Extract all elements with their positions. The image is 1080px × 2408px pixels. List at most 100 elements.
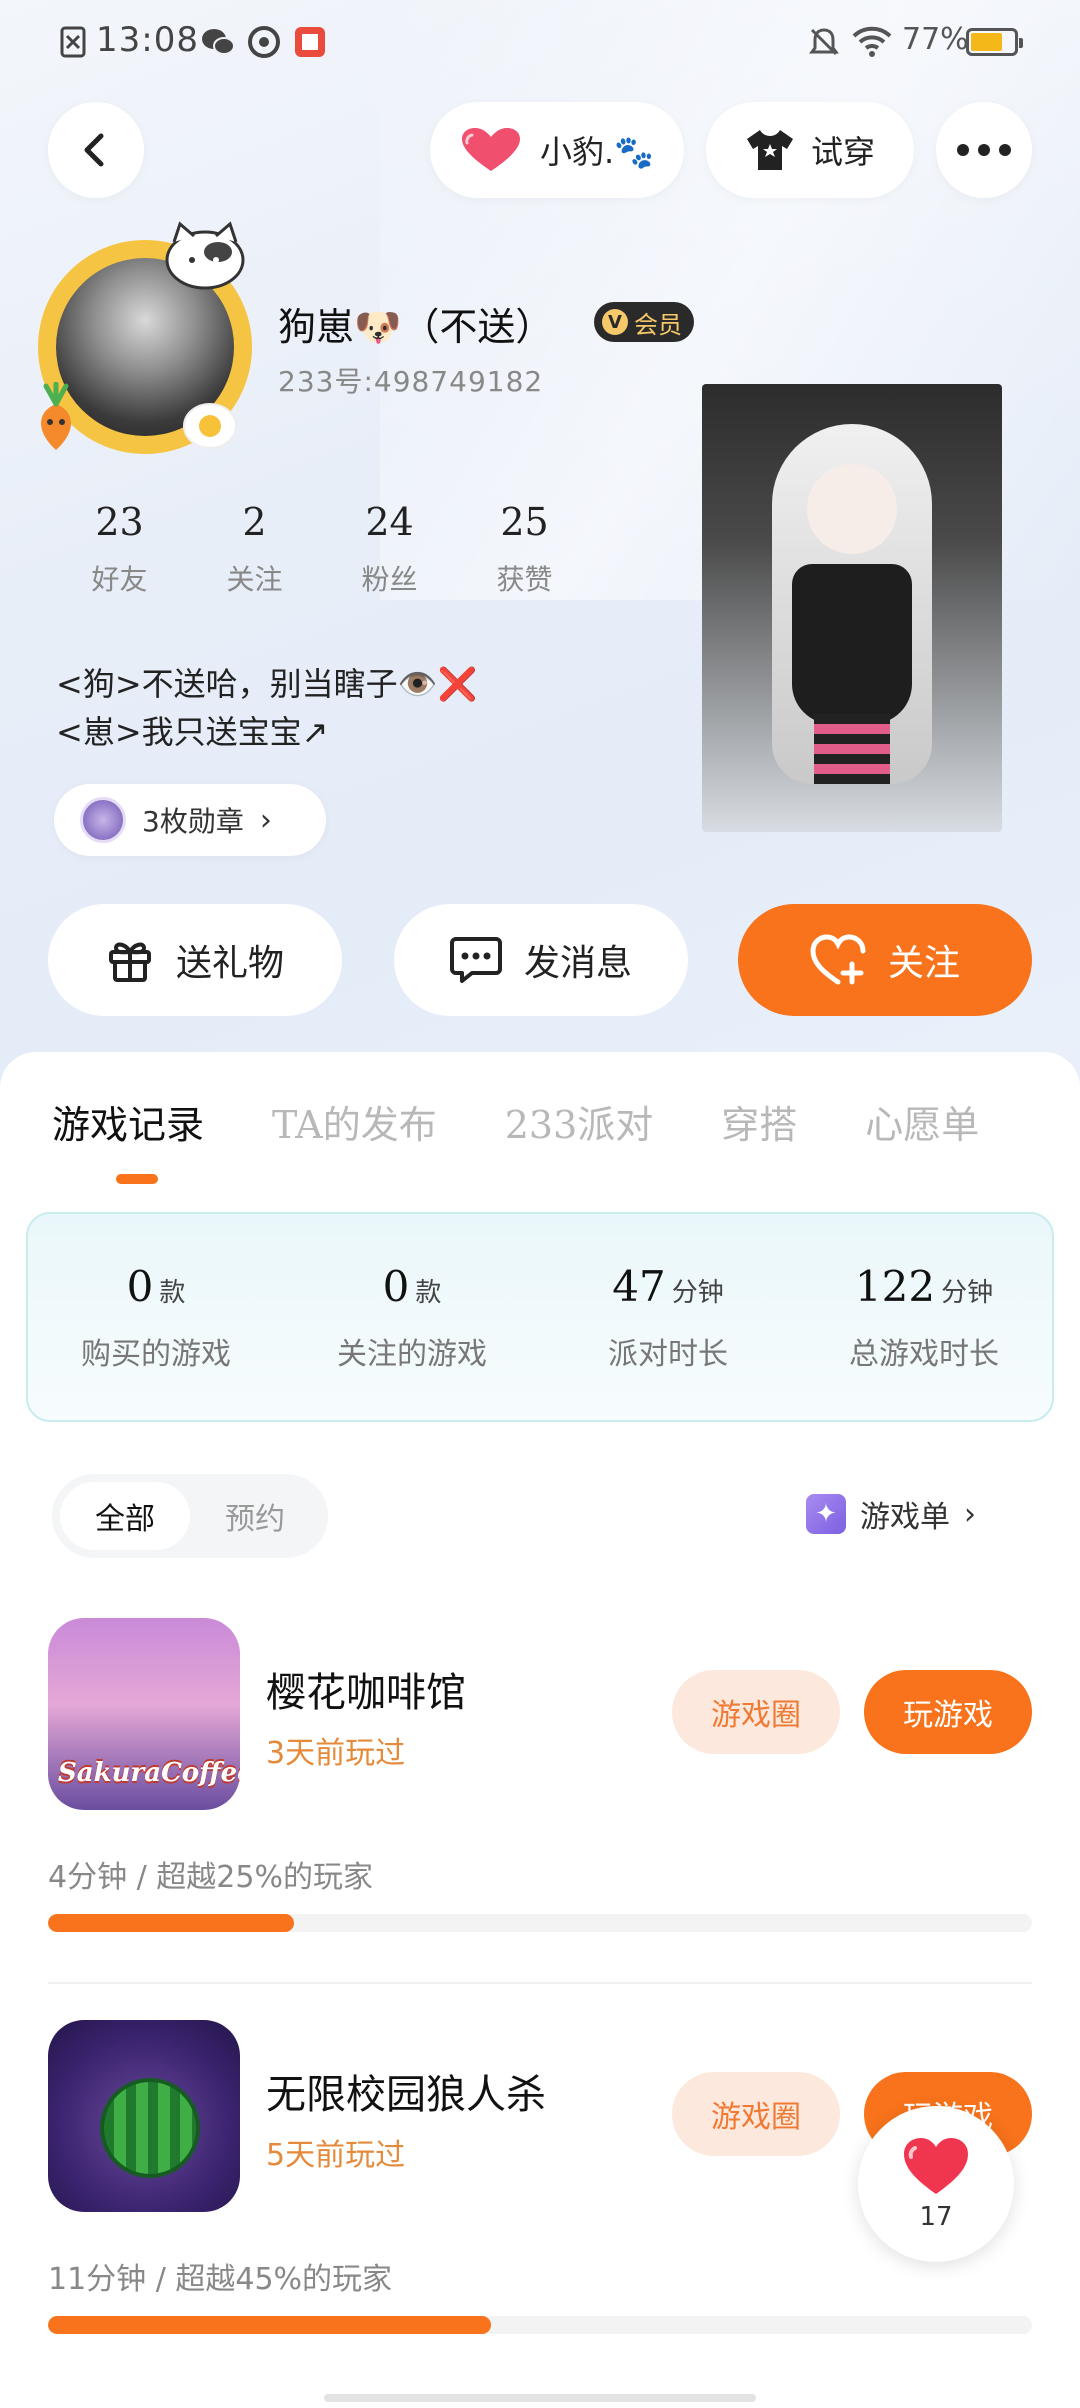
wechat-icon xyxy=(202,29,235,55)
play-progress xyxy=(48,2316,1032,2334)
back-button[interactable] xyxy=(48,102,144,198)
tab-indicator xyxy=(116,1174,158,1184)
stat-following[interactable]: 2 关注 xyxy=(187,500,322,598)
game-circle-button[interactable]: 游戏圈 xyxy=(672,1670,840,1754)
stat-value: 23 xyxy=(95,500,144,544)
vip-badge[interactable]: V 会员 xyxy=(594,302,694,342)
chat-bubble-icon xyxy=(449,937,502,983)
wifi-icon xyxy=(852,26,892,57)
tab-posts[interactable]: TA的发布 xyxy=(272,1094,437,1149)
try-on-label: 试穿 xyxy=(810,133,875,171)
play-progress-fill xyxy=(48,2316,491,2334)
app-notification-icon xyxy=(248,26,280,58)
bio-line: <狗>不送哈，别当瞎子👁️❌ xyxy=(56,665,478,703)
cat-frame-decoration-icon xyxy=(165,221,245,290)
stat-label: 关注 xyxy=(226,563,283,596)
clock: 13:08 xyxy=(96,20,199,60)
chevron-right-icon: › xyxy=(259,802,272,838)
summary-unit: 分钟 xyxy=(941,1277,994,1308)
avatar-figure[interactable] xyxy=(702,384,1002,832)
avatar[interactable] xyxy=(30,221,260,462)
stat-value: 25 xyxy=(500,500,549,544)
summary-value: 0 xyxy=(382,1261,410,1311)
tab-game-records[interactable]: 游戏记录 xyxy=(52,1094,204,1149)
game-icon-text: SakuraCoffee xyxy=(58,1758,240,1788)
watermelon-icon xyxy=(100,2078,200,2178)
summary-label: 总游戏时长 xyxy=(849,1336,999,1372)
profile-tabs: 游戏记录 TA的发布 233派对 穿搭 心愿单 xyxy=(52,1094,1047,1149)
game-circle-button[interactable]: 游戏圈 xyxy=(672,2072,840,2156)
nickname: 狗崽🐶（不送） xyxy=(278,305,554,349)
medals-label: 3枚勋章 xyxy=(142,805,244,838)
status-bar: 13:08 77% xyxy=(0,0,1080,84)
like-count: 17 xyxy=(919,2202,953,2232)
vip-label: 会员 xyxy=(634,310,682,339)
battery-percent: 77% xyxy=(902,22,969,57)
medal-icon xyxy=(80,797,126,843)
play-progress xyxy=(48,1914,1032,1932)
mute-icon xyxy=(809,28,839,56)
user-id[interactable]: 233号:498749182 xyxy=(278,360,543,400)
stat-value: 2 xyxy=(242,500,267,544)
more-dots-icon xyxy=(957,144,1011,156)
summary-unit: 分钟 xyxy=(671,1277,724,1308)
game-title[interactable]: 无限校园狼人杀 xyxy=(266,2062,546,2120)
last-played: 5天前玩过 xyxy=(266,2138,406,2173)
summary-party-time[interactable]: 47 分钟 派对时长 xyxy=(548,1262,788,1373)
pet-button[interactable]: 小豹.🐾 xyxy=(430,102,684,198)
play-progress-fill xyxy=(48,1914,294,1932)
sparkle-icon: ✦ xyxy=(806,1494,846,1534)
heart-plus-icon xyxy=(810,934,866,985)
home-indicator[interactable] xyxy=(324,2394,756,2402)
summary-label: 派对时长 xyxy=(608,1336,728,1372)
profile-stats: 23 好友 2 关注 24 粉丝 25 获赞 xyxy=(52,500,592,598)
gift-icon xyxy=(108,942,151,982)
shirt-icon xyxy=(746,130,793,170)
filter-reserved[interactable]: 预约 xyxy=(190,1482,320,1550)
like-button[interactable]: 17 xyxy=(858,2106,1014,2262)
stat-fans[interactable]: 24 粉丝 xyxy=(322,500,457,598)
play-stat: 4分钟 / 超越25%的玩家 xyxy=(48,1860,373,1895)
game-filter: 全部 预约 xyxy=(52,1474,328,1558)
game-list-link[interactable]: ✦ 游戏单 › xyxy=(806,1492,976,1536)
send-gift-label: 送礼物 xyxy=(175,943,284,984)
game-icon[interactable]: SakuraCoffee xyxy=(48,1618,240,1810)
summary-value: 122 xyxy=(854,1261,936,1311)
divider xyxy=(48,1982,1032,1984)
game-title[interactable]: 樱花咖啡馆 xyxy=(266,1660,466,1718)
tab-outfits[interactable]: 穿搭 xyxy=(721,1094,797,1149)
sim-off-icon xyxy=(60,26,86,58)
game-summary: 0款 购买的游戏 0款 关注的游戏 47 分钟 派对时长 122 分钟 总游戏时长 xyxy=(26,1212,1054,1422)
egg-decoration-icon xyxy=(183,403,237,449)
game-icon[interactable] xyxy=(48,2020,240,2212)
chevron-right-icon: › xyxy=(964,1496,976,1532)
summary-value: 47 xyxy=(612,1261,666,1311)
shop-notification-icon xyxy=(295,27,325,57)
summary-purchased[interactable]: 0款 购买的游戏 xyxy=(36,1262,276,1373)
summary-label: 关注的游戏 xyxy=(337,1336,487,1372)
filter-all[interactable]: 全部 xyxy=(60,1482,190,1550)
heart-icon xyxy=(461,128,520,171)
stat-friends[interactable]: 23 好友 xyxy=(52,500,187,598)
more-button[interactable] xyxy=(936,102,1032,198)
stat-value: 24 xyxy=(365,500,414,544)
summary-followed[interactable]: 0款 关注的游戏 xyxy=(292,1262,532,1373)
play-stat: 11分钟 / 超越45%的玩家 xyxy=(48,2262,393,2297)
stat-likes[interactable]: 25 获赞 xyxy=(457,500,592,598)
summary-value: 0 xyxy=(126,1261,154,1311)
summary-total-time[interactable]: 122 分钟 总游戏时长 xyxy=(804,1262,1044,1373)
bio: <狗>不送哈，别当瞎子👁️❌ <崽>我只送宝宝↗ xyxy=(56,660,477,756)
pet-label: 小豹.🐾 xyxy=(539,133,655,171)
send-gift-button[interactable]: 送礼物 xyxy=(48,904,342,1016)
follow-button[interactable]: 关注 xyxy=(738,904,1032,1016)
stat-label: 获赞 xyxy=(496,563,553,596)
send-message-button[interactable]: 发消息 xyxy=(394,904,688,1016)
play-game-button[interactable]: 玩游戏 xyxy=(864,1670,1032,1754)
medals-button[interactable]: 3枚勋章 › xyxy=(54,784,326,856)
try-on-button[interactable]: 试穿 xyxy=(706,102,914,198)
stat-label: 粉丝 xyxy=(361,563,418,596)
summary-label: 购买的游戏 xyxy=(81,1336,231,1372)
tab-wishlist[interactable]: 心愿单 xyxy=(865,1094,979,1149)
last-played: 3天前玩过 xyxy=(266,1736,406,1771)
tab-party[interactable]: 233派对 xyxy=(505,1094,654,1149)
